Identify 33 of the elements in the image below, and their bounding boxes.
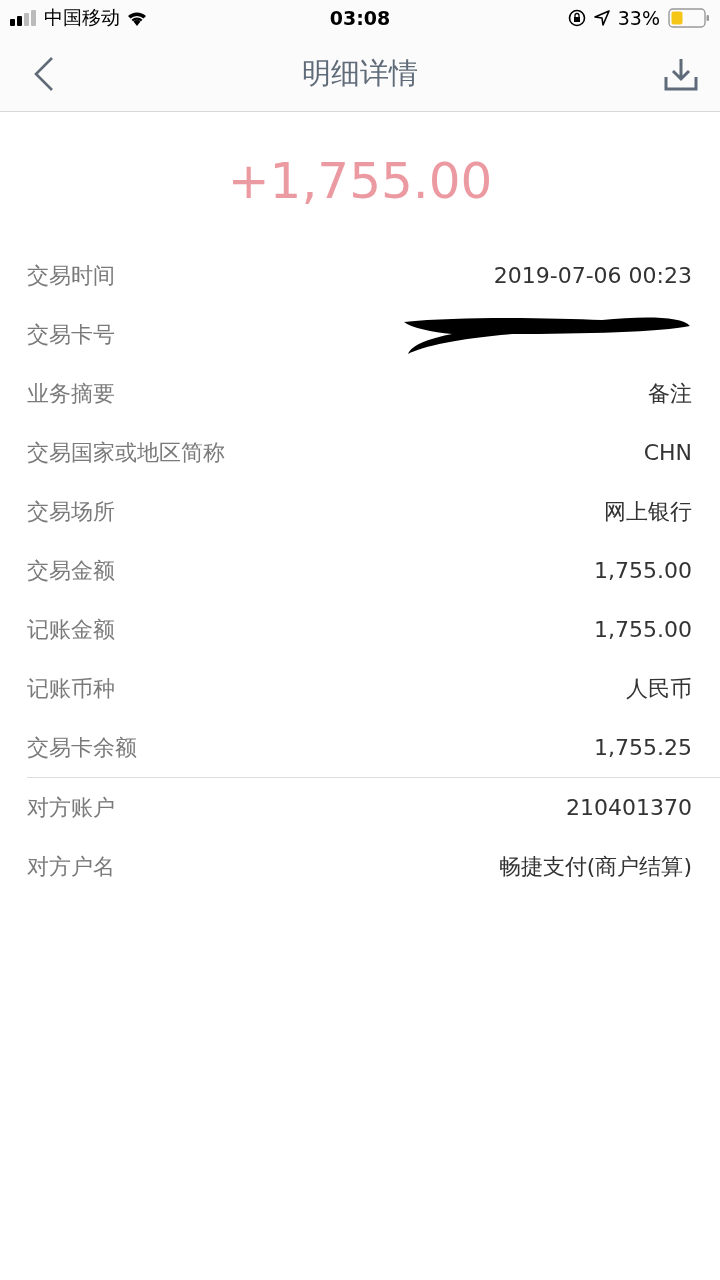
detail-label: 交易金额 xyxy=(27,556,115,585)
detail-value: 2019-07-06 00:23 xyxy=(493,263,692,288)
location-arrow-icon xyxy=(593,10,610,26)
signal-icon xyxy=(10,10,38,26)
detail-label: 业务摘要 xyxy=(27,379,115,408)
battery-icon xyxy=(668,8,710,28)
detail-value: 210401370 xyxy=(566,795,692,820)
detail-label: 交易卡号 xyxy=(27,320,115,349)
detail-value: CHN xyxy=(643,440,692,465)
rotation-lock-icon xyxy=(567,9,586,27)
carrier-name: 中国移动 xyxy=(44,5,120,30)
wifi-icon xyxy=(126,10,148,26)
detail-value: 1,755.00 xyxy=(594,617,692,642)
battery-percent: 33% xyxy=(617,7,660,29)
download-button[interactable] xyxy=(664,56,698,91)
detail-label: 记账币种 xyxy=(27,674,115,703)
page-title: 明细详情 xyxy=(302,54,418,92)
status-time: 03:08 xyxy=(329,7,391,29)
detail-label: 交易场所 xyxy=(27,497,115,526)
detail-value: 1,755.00 xyxy=(594,558,692,583)
back-button[interactable] xyxy=(32,55,56,92)
detail-label: 交易卡余额 xyxy=(27,733,137,762)
amount: +1,755.00 xyxy=(226,152,494,210)
detail-label: 记账金额 xyxy=(27,615,115,644)
detail-value: 畅捷支付(商户结算) xyxy=(498,852,692,881)
detail-label: 交易时间 xyxy=(27,261,115,290)
detail-value: 1,755.25 xyxy=(594,735,692,760)
detail-label: 交易国家或地区简称 xyxy=(27,438,225,467)
detail-value: 备注 xyxy=(648,379,692,408)
detail-value: 网上银行 xyxy=(604,497,692,526)
detail-label: 对方户名 xyxy=(27,852,115,881)
detail-value: 人民币 xyxy=(626,674,692,703)
detail-label: 对方账户 xyxy=(27,793,115,822)
